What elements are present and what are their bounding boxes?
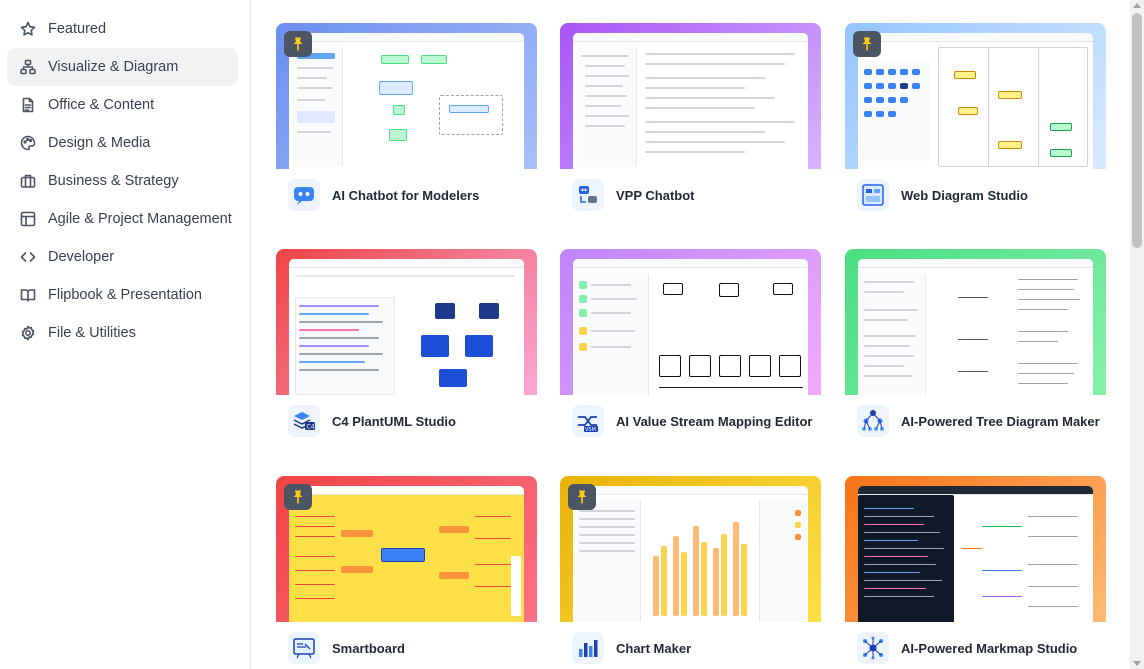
app-thumbnail[interactable]	[560, 249, 821, 395]
app-screenshot	[858, 259, 1093, 395]
sidebar-item-business-strategy[interactable]: Business & Strategy	[7, 162, 238, 200]
app-card-ai-powered-markmap-studio[interactable]: AI-Powered Markmap Studio	[845, 476, 1106, 669]
app-card-title: VSM AI Value Stream Mapping Editor	[572, 405, 812, 437]
app-card-chart-maker[interactable]: Chart Maker	[560, 476, 821, 669]
app-thumbnail[interactable]	[276, 476, 537, 622]
app-card-c4-plantuml-studio[interactable]: C4 C4 PlantUML Studio	[276, 249, 537, 449]
svg-text:C4: C4	[307, 424, 315, 431]
tree-icon	[857, 405, 889, 437]
app-root: Featured Visualize & Diagram Office & Co…	[0, 0, 1144, 669]
scroll-up-arrow-icon[interactable]	[1133, 3, 1141, 8]
app-card-ai-value-stream-mapping-editor[interactable]: VSM AI Value Stream Mapping Editor	[560, 249, 821, 449]
app-card-ai-chatbot-for-modelers[interactable]: AI Chatbot for Modelers	[276, 23, 537, 223]
sidebar-item-label: Developer	[48, 249, 115, 265]
app-title[interactable]: VPP Chatbot	[616, 188, 695, 203]
page-scrollbar[interactable]	[1130, 0, 1144, 669]
code-icon	[20, 249, 36, 265]
pin-icon[interactable]	[284, 31, 312, 57]
chatbot-icon	[288, 179, 320, 211]
sidebar-item-label: Featured	[48, 21, 107, 37]
app-grid: AI Chatbot for Modelers VPP Chatbot Web …	[252, 0, 1130, 669]
category-sidebar: Featured Visualize & Diagram Office & Co…	[0, 0, 251, 669]
app-title[interactable]: Smartboard	[332, 641, 405, 656]
sidebar-item-design-media[interactable]: Design & Media	[7, 124, 238, 162]
app-card-title: AI-Powered Tree Diagram Maker	[857, 405, 1100, 437]
sidebar-item-label: Office & Content	[48, 97, 155, 113]
app-title[interactable]: Chart Maker	[616, 641, 691, 656]
app-screenshot	[858, 486, 1093, 622]
app-card-title: C4 C4 PlantUML Studio	[288, 405, 456, 437]
app-title[interactable]: AI-Powered Tree Diagram Maker	[901, 414, 1100, 429]
sidebar-item-featured[interactable]: Featured	[7, 10, 238, 48]
app-thumbnail[interactable]	[845, 249, 1106, 395]
app-title[interactable]: Web Diagram Studio	[901, 188, 1028, 203]
app-thumbnail[interactable]	[845, 23, 1106, 169]
sidebar-item-label: Business & Strategy	[48, 173, 179, 189]
app-thumbnail[interactable]	[560, 476, 821, 622]
sidebar-item-visualize-diagram[interactable]: Visualize & Diagram	[7, 48, 238, 86]
c4-icon: C4	[288, 405, 320, 437]
sidebar-item-label: Flipbook & Presentation	[48, 287, 202, 303]
sidebar-item-flipbook-presentation[interactable]: Flipbook & Presentation	[7, 276, 238, 314]
app-card-web-diagram-studio[interactable]: Web Diagram Studio	[845, 23, 1106, 223]
app-screenshot	[289, 259, 524, 395]
app-title[interactable]: AI Chatbot for Modelers	[332, 188, 479, 203]
app-screenshot	[289, 486, 524, 622]
app-screenshot	[573, 486, 808, 622]
sidebar-item-agile-project-management[interactable]: Agile & Project Management	[7, 200, 238, 238]
document-icon	[20, 97, 36, 113]
app-card-title: VPP Chatbot	[572, 179, 695, 211]
diagram-icon	[20, 59, 36, 75]
sidebar-item-label: Visualize & Diagram	[48, 59, 179, 75]
app-card-title: Chart Maker	[572, 632, 691, 664]
sidebar-item-file-utilities[interactable]: File & Utilities	[7, 314, 238, 352]
app-title[interactable]: AI Value Stream Mapping Editor	[616, 414, 812, 429]
vsm-icon: VSM	[572, 405, 604, 437]
pin-icon[interactable]	[284, 484, 312, 510]
app-screenshot	[858, 33, 1093, 169]
app-card-title: Web Diagram Studio	[857, 179, 1028, 211]
scrollbar-thumb[interactable]	[1132, 13, 1142, 248]
sidebar-item-label: Agile & Project Management	[48, 211, 232, 227]
book-icon	[20, 287, 36, 303]
sidebar-item-office-content[interactable]: Office & Content	[7, 86, 238, 124]
app-thumbnail[interactable]	[276, 249, 537, 395]
app-screenshot	[289, 33, 524, 169]
sidebar-item-label: Design & Media	[48, 135, 151, 151]
svg-text:VSM: VSM	[585, 427, 596, 433]
gear-icon	[20, 325, 36, 341]
briefcase-icon	[20, 173, 36, 189]
app-card-title: AI-Powered Markmap Studio	[857, 632, 1077, 664]
app-card-title: Smartboard	[288, 632, 405, 664]
app-screenshot	[573, 259, 808, 395]
app-card-ai-powered-tree-diagram-maker[interactable]: AI-Powered Tree Diagram Maker	[845, 249, 1106, 449]
smartboard-icon	[288, 632, 320, 664]
markmap-icon	[857, 632, 889, 664]
app-thumbnail[interactable]	[560, 23, 821, 169]
chart-icon	[572, 632, 604, 664]
sidebar-item-label: File & Utilities	[48, 325, 136, 341]
pin-icon[interactable]	[853, 31, 881, 57]
app-title[interactable]: AI-Powered Markmap Studio	[901, 641, 1077, 656]
star-icon	[20, 21, 36, 37]
board-icon	[20, 211, 36, 227]
web-diagram-icon	[857, 179, 889, 211]
app-card-smartboard[interactable]: Smartboard	[276, 476, 537, 669]
app-title[interactable]: C4 PlantUML Studio	[332, 414, 456, 429]
vpp-chatbot-icon	[572, 179, 604, 211]
app-screenshot	[573, 33, 808, 169]
palette-icon	[20, 135, 36, 151]
app-thumbnail[interactable]	[845, 476, 1106, 622]
scroll-down-arrow-icon[interactable]	[1133, 661, 1141, 666]
app-card-title: AI Chatbot for Modelers	[288, 179, 479, 211]
sidebar-item-developer[interactable]: Developer	[7, 238, 238, 276]
app-thumbnail[interactable]	[276, 23, 537, 169]
pin-icon[interactable]	[568, 484, 596, 510]
app-card-vpp-chatbot[interactable]: VPP Chatbot	[560, 23, 821, 223]
